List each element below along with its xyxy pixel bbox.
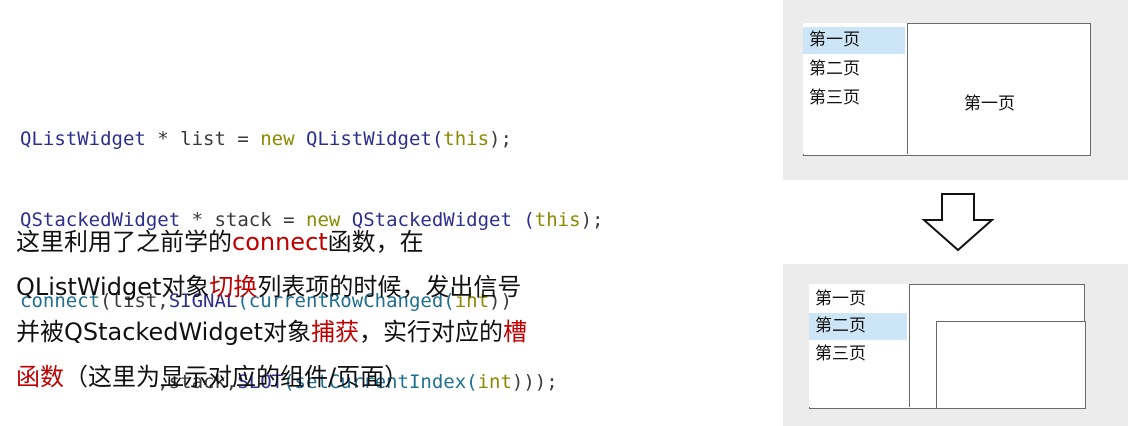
list-widget[interactable]: 第一页 第二页 第三页 xyxy=(809,284,910,407)
stacked-page-label: 第一页 xyxy=(964,94,1015,114)
demo-panel-before: 第一页 第二页 第三页 第一页 xyxy=(783,0,1128,180)
list-widget[interactable]: 第一页 第二页 第三页 xyxy=(803,23,908,154)
code-token: * list = xyxy=(145,128,261,150)
widget-window: 第一页 第二页 第三页 第一页 xyxy=(803,23,1091,156)
code-token: QListWidget xyxy=(20,128,146,150)
list-item[interactable]: 第一页 xyxy=(809,286,907,313)
demo-panel-after: 第一页 第二页 第三页 xyxy=(783,264,1128,426)
text: （这里为显示对应的组件/页面） xyxy=(64,363,409,391)
code-token: ); xyxy=(489,128,512,150)
code-token: new xyxy=(260,128,295,150)
list-item[interactable]: 第二页 xyxy=(803,56,905,83)
highlight-text: 槽 xyxy=(503,318,527,346)
arrow-down-icon xyxy=(921,193,995,252)
text: 函数，在 xyxy=(327,228,424,256)
code-token: this xyxy=(534,209,581,231)
text: QListWidget对象 xyxy=(16,273,210,301)
list-item[interactable]: 第三页 xyxy=(803,85,905,112)
list-item[interactable]: 第一页 xyxy=(803,27,905,54)
description-line-2: QListWidget对象切换列表项的时候，发出信号 xyxy=(16,269,527,314)
stacked-page-widget xyxy=(936,321,1086,409)
text: ，实行对应的 xyxy=(359,318,503,346)
list-item[interactable]: 第三页 xyxy=(809,341,907,368)
description-line-3: 并被QStackedWidget对象捕获，实行对应的槽 xyxy=(16,314,527,359)
description-line-4: 函数（这里为显示对应的组件/页面） xyxy=(16,359,527,404)
widget-window: 第一页 第二页 第三页 xyxy=(809,284,1086,409)
text: 列表项的时候，发出信号 xyxy=(257,273,522,301)
description: 这里利用了之前学的connect函数，在 QListWidget对象切换列表项的… xyxy=(16,224,527,404)
highlight-text: 切换 xyxy=(209,273,258,301)
highlight-text: 函数 xyxy=(16,363,64,391)
code-token: ); xyxy=(580,209,604,231)
code-token: QListWidget( xyxy=(294,128,444,150)
text: 并被QStackedWidget对象 xyxy=(16,318,311,346)
code-line-1: QListWidget * list = new QListWidget(thi… xyxy=(20,126,603,153)
description-line-1: 这里利用了之前学的connect函数，在 xyxy=(16,224,527,269)
list-item[interactable]: 第二页 xyxy=(809,313,907,340)
text: 这里利用了之前学的 xyxy=(16,228,232,256)
highlight-text: 捕获 xyxy=(311,318,359,346)
highlight-text: connect xyxy=(232,228,328,256)
code-token: this xyxy=(443,128,490,150)
